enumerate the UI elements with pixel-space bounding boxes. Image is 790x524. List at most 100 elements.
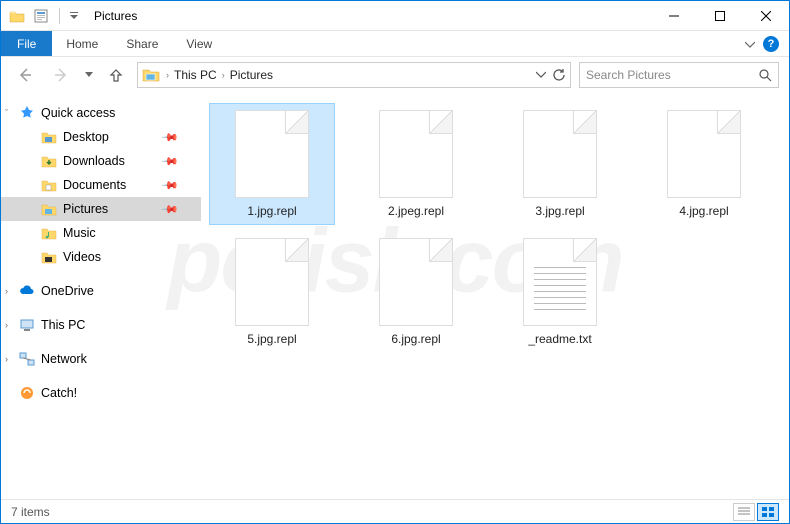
nav-history-dropdown[interactable] xyxy=(83,72,95,78)
address-bar[interactable]: › This PC › Pictures xyxy=(137,62,571,88)
sidebar-item-pictures[interactable]: Pictures 📌 xyxy=(1,197,201,221)
chevron-right-icon[interactable]: › xyxy=(220,70,227,80)
details-view-button[interactable] xyxy=(733,503,755,521)
window-title: Pictures xyxy=(94,9,137,23)
expand-icon[interactable]: ˇ xyxy=(5,108,8,118)
file-thumbnail xyxy=(667,110,741,198)
qat-divider xyxy=(59,8,60,24)
sidebar-item-label: Desktop xyxy=(63,130,109,144)
pin-icon: 📌 xyxy=(161,128,180,147)
sidebar-onedrive[interactable]: › OneDrive xyxy=(1,279,201,303)
file-name: 1.jpg.repl xyxy=(247,204,296,218)
sidebar-item-documents[interactable]: Documents 📌 xyxy=(1,173,201,197)
properties-icon[interactable] xyxy=(31,6,51,26)
nav-up-button[interactable] xyxy=(103,62,129,88)
network-icon xyxy=(19,351,35,367)
sidebar-item-videos[interactable]: Videos xyxy=(1,245,201,269)
breadcrumb-segment[interactable]: Pictures xyxy=(227,68,276,82)
sidebar-item-desktop[interactable]: Desktop 📌 xyxy=(1,125,201,149)
file-name: 4.jpg.repl xyxy=(679,204,728,218)
pin-icon: 📌 xyxy=(161,200,180,219)
sidebar-catch[interactable]: Catch! xyxy=(1,381,201,405)
ribbon-expand-icon[interactable] xyxy=(745,39,755,49)
sidebar-item-downloads[interactable]: Downloads 📌 xyxy=(1,149,201,173)
ribbon-tab-home[interactable]: Home xyxy=(52,31,112,56)
sidebar-network[interactable]: › Network xyxy=(1,347,201,371)
help-icon[interactable]: ? xyxy=(763,36,779,52)
nav-back-button[interactable] xyxy=(11,61,39,89)
pin-icon: 📌 xyxy=(161,176,180,195)
file-name: 2.jpeg.repl xyxy=(388,204,444,218)
star-icon xyxy=(19,105,35,121)
file-item[interactable]: 4.jpg.repl xyxy=(641,103,767,225)
folder-icon xyxy=(41,249,57,265)
file-name: 3.jpg.repl xyxy=(535,204,584,218)
file-view[interactable]: 1.jpg.repl 2.jpeg.repl 3.jpg.repl 4.jpg.rep… xyxy=(201,93,789,499)
chevron-right-icon[interactable]: › xyxy=(164,70,171,80)
file-thumbnail xyxy=(379,110,453,198)
search-icon[interactable] xyxy=(758,68,772,82)
maximize-button[interactable] xyxy=(697,1,743,31)
file-item[interactable]: 5.jpg.repl xyxy=(209,231,335,353)
sidebar-item-music[interactable]: Music xyxy=(1,221,201,245)
pin-icon: 📌 xyxy=(161,152,180,171)
sidebar-item-label: Documents xyxy=(63,178,126,192)
file-thumbnail xyxy=(235,110,309,198)
expand-icon[interactable]: › xyxy=(5,354,8,364)
file-name: 6.jpg.repl xyxy=(391,332,440,346)
nav-forward-button[interactable] xyxy=(47,61,75,89)
item-count: 7 items xyxy=(11,505,50,519)
file-name: _readme.txt xyxy=(528,332,591,346)
folder-icon xyxy=(41,129,57,145)
folder-icon xyxy=(7,6,27,26)
refresh-icon[interactable] xyxy=(552,68,566,82)
ribbon-tab-share[interactable]: Share xyxy=(112,31,172,56)
pictures-icon xyxy=(142,66,160,84)
navigation-pane: ˇ Quick access Desktop 📌 Downloads 📌 Doc… xyxy=(1,93,201,499)
minimize-button[interactable] xyxy=(651,1,697,31)
folder-icon xyxy=(41,177,57,193)
folder-icon xyxy=(41,201,57,217)
catch-icon xyxy=(19,385,35,401)
sidebar-item-label: Network xyxy=(41,352,87,366)
close-button[interactable] xyxy=(743,1,789,31)
sidebar-item-label: Downloads xyxy=(63,154,125,168)
file-item[interactable]: 6.jpg.repl xyxy=(353,231,479,353)
cloud-icon xyxy=(19,283,35,299)
sidebar-item-label: Pictures xyxy=(63,202,108,216)
computer-icon xyxy=(19,317,35,333)
address-dropdown-icon[interactable] xyxy=(536,71,546,79)
sidebar-item-label: OneDrive xyxy=(41,284,94,298)
folder-icon xyxy=(41,225,57,241)
file-thumbnail xyxy=(235,238,309,326)
file-thumbnail xyxy=(523,238,597,326)
navbar: › This PC › Pictures Search Pictures xyxy=(1,57,789,93)
expand-icon[interactable]: › xyxy=(5,286,8,296)
file-item[interactable]: 1.jpg.repl xyxy=(209,103,335,225)
ribbon-file-tab[interactable]: File xyxy=(1,31,52,56)
qat-dropdown[interactable] xyxy=(68,6,80,26)
icons-view-button[interactable] xyxy=(757,503,779,521)
sidebar-quick-access[interactable]: ˇ Quick access xyxy=(1,101,201,125)
file-item[interactable]: 3.jpg.repl xyxy=(497,103,623,225)
ribbon: File Home Share View ? xyxy=(1,31,789,57)
file-item[interactable]: 2.jpeg.repl xyxy=(353,103,479,225)
file-thumbnail xyxy=(379,238,453,326)
file-name: 5.jpg.repl xyxy=(247,332,296,346)
folder-icon xyxy=(41,153,57,169)
breadcrumb-segment[interactable]: This PC xyxy=(171,68,220,82)
sidebar-item-label: This PC xyxy=(41,318,85,332)
search-placeholder: Search Pictures xyxy=(586,68,671,82)
search-input[interactable]: Search Pictures xyxy=(579,62,779,88)
file-thumbnail xyxy=(523,110,597,198)
titlebar: Pictures xyxy=(1,1,789,31)
status-bar: 7 items xyxy=(1,499,789,523)
sidebar-item-label: Music xyxy=(63,226,96,240)
ribbon-tab-view[interactable]: View xyxy=(172,31,226,56)
sidebar-this-pc[interactable]: › This PC xyxy=(1,313,201,337)
sidebar-item-label: Catch! xyxy=(41,386,77,400)
sidebar-item-label: Videos xyxy=(63,250,101,264)
expand-icon[interactable]: › xyxy=(5,320,8,330)
sidebar-item-label: Quick access xyxy=(41,106,115,120)
file-item[interactable]: _readme.txt xyxy=(497,231,623,353)
